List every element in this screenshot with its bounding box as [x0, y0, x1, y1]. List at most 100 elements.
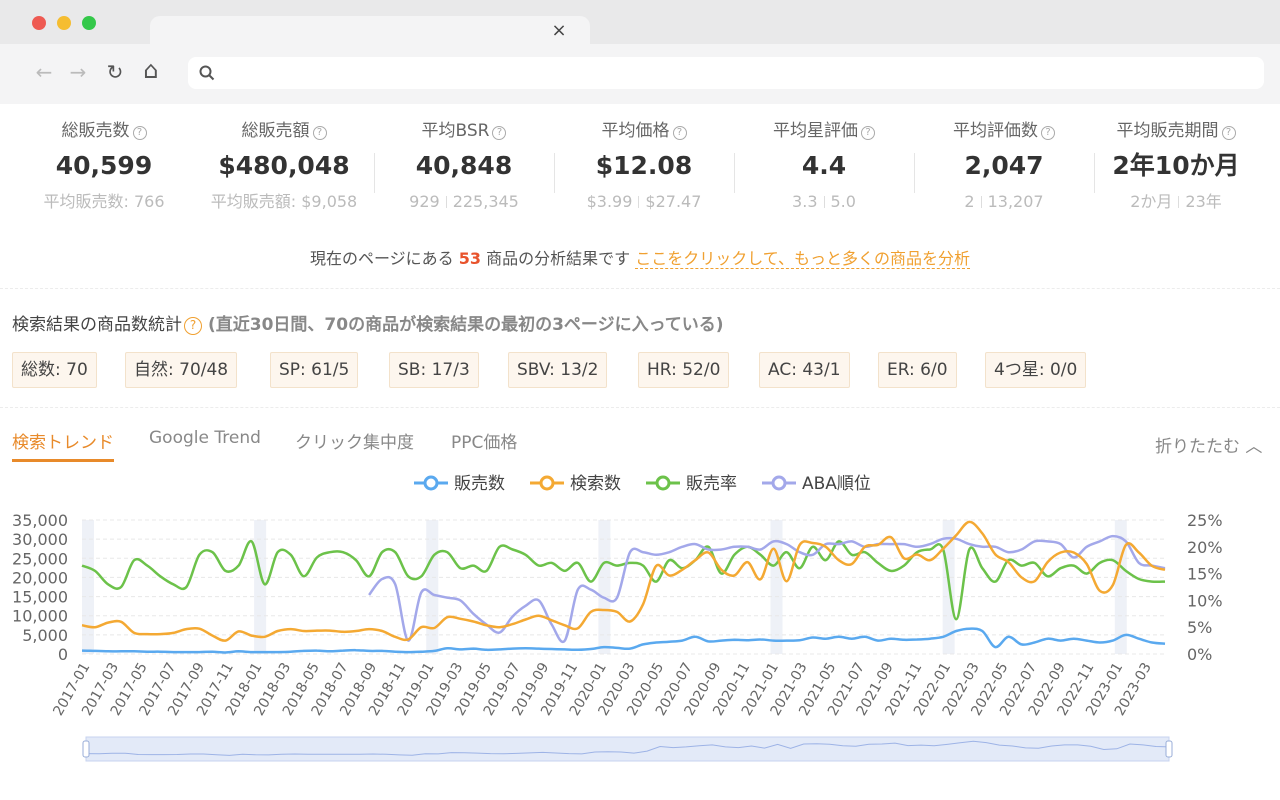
window-controls [32, 16, 96, 30]
legend-item-search[interactable]: 検索数 [530, 472, 621, 496]
y-left-tick-label: 15,000 [12, 588, 68, 607]
home-icon[interactable]: ⌂ [139, 56, 163, 84]
help-icon[interactable]: ? [492, 126, 507, 140]
year-band [598, 520, 611, 654]
chip-hr: HR: 52/0 [638, 352, 730, 388]
chip-ac: AC: 43/1 [759, 352, 850, 388]
chart-legend: 販売数 検索数 販売率 ABA順位 [414, 472, 894, 496]
zoom-handle-right[interactable] [1165, 740, 1173, 758]
chip-sp: SP: 61/5 [270, 352, 359, 388]
stat-max: 225,345 [452, 192, 519, 211]
legend-marker-icon [414, 475, 448, 491]
y-right-tick-label: 5% [1187, 618, 1212, 637]
y-right-tick-label: 25% [1187, 511, 1223, 530]
product-count: 53 [458, 249, 482, 268]
y-left-tick-label: 30,000 [12, 530, 68, 549]
stat-avg-sales-period: 平均販売期間? 2年10か月 2か月 23年 [1086, 118, 1266, 228]
stat-value: 4.4 [801, 151, 847, 180]
legend-item-aba[interactable]: ABA順位 [762, 472, 871, 496]
year-band [82, 520, 94, 654]
stat-min: 929 [409, 192, 440, 211]
tab-search-trend[interactable]: 検索トレンド [12, 428, 114, 462]
tab-click-concentration[interactable]: クリック集中度 [295, 428, 414, 462]
chip-sb: SB: 17/3 [389, 352, 479, 388]
search-stats-title: 検索結果の商品数統計? (直近30日間、70の商品が検索結果の最初の3ページに入っ… [12, 315, 724, 335]
stat-min: 2 [964, 192, 975, 211]
y-right-tick-label: 20% [1187, 538, 1223, 557]
stat-value: 40,599 [55, 151, 153, 180]
y-left-tick-label: 25,000 [12, 549, 68, 568]
stat-total-revenue: 総販売額? $480,048 平均販売額: $9,058 [194, 118, 374, 228]
address-bar[interactable] [188, 57, 1264, 89]
analysis-summary: 現在のページにある 53 商品の分析結果です ここをクリックして、もっと多くの商… [310, 249, 970, 269]
chip-total: 総数: 70 [12, 352, 97, 388]
stat-total-sales: 総販売数? 40,599 平均販売数: 766 [14, 118, 194, 228]
zoom-slider-track[interactable] [85, 736, 1170, 762]
legend-marker-icon [530, 475, 564, 491]
help-icon[interactable]: ? [672, 126, 687, 140]
help-icon[interactable]: ? [312, 126, 327, 140]
tab-google-trend[interactable]: Google Trend [149, 428, 261, 462]
y-left-tick-label: 10,000 [12, 607, 68, 626]
stat-max: 13,207 [987, 192, 1044, 211]
year-band [426, 520, 439, 654]
stat-value: $480,048 [218, 151, 350, 180]
y-left-tick-label: 35,000 [12, 511, 68, 530]
y-right-tick-label: 10% [1187, 591, 1223, 610]
zoom-handle-left[interactable] [82, 740, 90, 758]
chip-er: ER: 6/0 [878, 352, 957, 388]
stat-max: 5.0 [830, 192, 856, 211]
legend-marker-icon [762, 475, 796, 491]
help-icon[interactable]: ? [132, 126, 147, 140]
tab-close-icon[interactable]: × [550, 20, 568, 42]
search-stats-note: (直近30日間、70の商品が検索結果の最初の3ページに入っている) [208, 315, 724, 335]
stat-min: 2か月 [1130, 192, 1173, 211]
stat-max: 23年 [1185, 192, 1222, 211]
series-line-search [81, 520, 1166, 642]
legend-marker-icon [646, 475, 680, 491]
y-right-tick-label: 0% [1187, 645, 1212, 664]
stat-min: 3.3 [792, 192, 818, 211]
chip-four-star: 4つ星: 0/0 [985, 352, 1087, 388]
stat-avg-rating: 平均星評価? 4.4 3.3 5.0 [734, 118, 914, 228]
collapse-button[interactable]: 折りたたむ ︿ [1155, 432, 1262, 457]
close-window-icon[interactable] [32, 16, 46, 30]
stat-avg-bsr: 平均BSR? 40,848 929 225,345 [374, 118, 554, 228]
maximize-window-icon[interactable] [82, 16, 96, 30]
stat-value: 2年10か月 [1112, 151, 1240, 180]
help-icon[interactable]: ? [861, 126, 875, 140]
y-left-tick-label: 20,000 [12, 568, 68, 587]
stat-label: 総販売数 [61, 121, 130, 141]
legend-item-rate[interactable]: 販売率 [646, 472, 737, 496]
forward-icon[interactable]: → [66, 60, 90, 86]
y-left-tick-label: 5,000 [22, 626, 68, 645]
section-divider [0, 407, 1280, 408]
stat-label: 平均星評価 [773, 121, 858, 141]
stat-label: 総販売額 [241, 121, 310, 141]
stat-label: 平均価格 [601, 121, 670, 141]
help-icon[interactable]: ? [184, 317, 202, 335]
legend-item-sales[interactable]: 販売数 [414, 472, 505, 496]
reload-icon[interactable]: ↻ [103, 60, 127, 86]
search-stats-chips: 総数: 70 自然: 70/48 SP: 61/5 SB: 17/3 SBV: … [12, 352, 1272, 390]
stat-label: 平均評価数 [953, 121, 1038, 141]
tab-ppc-price[interactable]: PPC価格 [451, 428, 517, 462]
chip-organic: 自然: 70/48 [125, 352, 238, 388]
stat-sub: 平均販売数: 766 [43, 192, 165, 211]
back-icon[interactable]: ← [32, 60, 56, 86]
stat-min: $3.99 [586, 192, 633, 211]
help-icon[interactable]: ? [1221, 126, 1236, 140]
stat-avg-price: 平均価格? $12.08 $3.99 $27.47 [554, 118, 734, 228]
analyze-more-link[interactable]: ここをクリックして、もっと多くの商品を分析 [635, 249, 970, 269]
stat-value: 2,047 [964, 151, 1044, 180]
stat-sub: 平均販売額: $9,058 [210, 192, 358, 211]
y-left-tick-label: 0 [58, 645, 68, 664]
minimize-window-icon[interactable] [57, 16, 71, 30]
stat-label: 平均BSR [421, 121, 490, 141]
chip-sbv: SBV: 13/2 [508, 352, 608, 388]
browser-tab[interactable] [150, 16, 590, 46]
year-band [254, 520, 267, 654]
help-icon[interactable]: ? [1041, 126, 1055, 140]
browser-chrome: × ← → ↻ ⌂ [0, 0, 1280, 104]
y-right-tick-label: 15% [1187, 565, 1223, 584]
